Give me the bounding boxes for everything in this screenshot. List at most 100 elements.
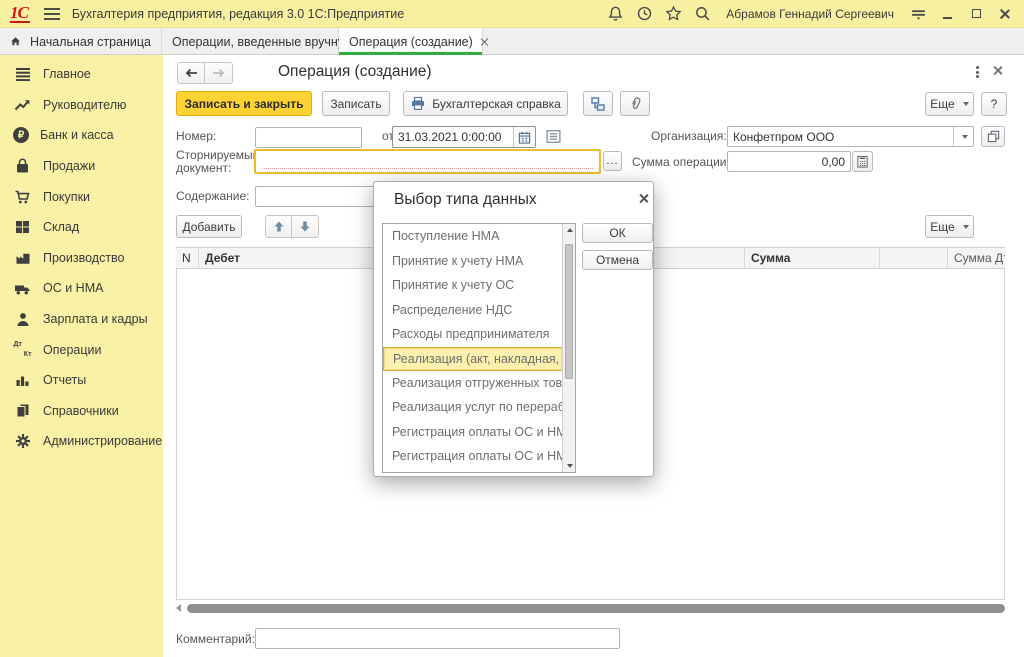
chevron-down-icon[interactable]	[953, 127, 973, 146]
save-button[interactable]: Записать	[322, 91, 390, 116]
debit-credit-icon: ДтКт	[13, 341, 32, 359]
accounting-reference-button[interactable]: Бухгалтерская справка	[403, 91, 568, 116]
list-item[interactable]: Распределение НДС	[383, 298, 563, 323]
help-button[interactable]: ?	[981, 92, 1007, 116]
navigation-buttons	[177, 62, 233, 84]
sidebar-item-administration[interactable]: Администрирование	[0, 426, 163, 457]
history-icon[interactable]	[633, 3, 655, 25]
table-more-button[interactable]: Еще	[925, 215, 974, 238]
scroll-up-icon[interactable]	[567, 228, 573, 232]
menu-lines-icon	[13, 65, 32, 83]
sidebar-item-manager[interactable]: Руководителю	[0, 90, 163, 121]
column-header-sum[interactable]: Сумма	[745, 248, 880, 268]
attachments-button[interactable]	[620, 91, 650, 116]
sidebar-item-bank-cash[interactable]: ₽ Банк и касса	[0, 120, 163, 151]
storno-document-input[interactable]	[254, 149, 601, 174]
save-close-button[interactable]: Записать и закрыть	[176, 91, 312, 116]
chevron-down-icon	[963, 102, 969, 106]
comment-input[interactable]	[255, 628, 620, 649]
sidebar-item-reports[interactable]: Отчеты	[0, 365, 163, 396]
forward-button[interactable]	[205, 62, 233, 84]
ok-button[interactable]: ОК	[582, 223, 653, 243]
scroll-left-icon[interactable]	[176, 604, 181, 612]
trend-chart-icon	[13, 96, 32, 114]
column-header-n[interactable]: N	[176, 248, 199, 268]
sidebar-item-warehouse[interactable]: Склад	[0, 212, 163, 243]
horizontal-scrollbar	[176, 602, 1005, 614]
open-organization-button[interactable]	[981, 126, 1005, 147]
move-down-button[interactable]	[292, 215, 319, 238]
service-menu-icon[interactable]	[907, 3, 929, 25]
scrollbar-thumb[interactable]	[187, 604, 1005, 613]
application-window: 1С Бухгалтерия предприятия, редакция 3.0…	[0, 0, 1024, 657]
list-item[interactable]: Регламентная операция	[383, 469, 563, 474]
dialog-title: Выбор типа данных	[394, 191, 537, 209]
list-item[interactable]: Реализация услуг по перераб...	[383, 395, 563, 420]
number-input[interactable]	[255, 127, 362, 148]
notifications-bell-icon[interactable]	[604, 3, 626, 25]
organization-select[interactable]: Конфетпром ООО	[727, 126, 974, 147]
titlebar: 1С Бухгалтерия предприятия, редакция 3.0…	[0, 0, 1024, 28]
sidebar-item-main[interactable]: Главное	[0, 59, 163, 90]
content-label: Содержание:	[176, 189, 249, 203]
printer-icon	[410, 96, 426, 111]
date-input[interactable]: 31.03.2021 0:00:00	[392, 126, 536, 148]
back-button[interactable]	[177, 62, 205, 84]
calendar-icon[interactable]	[513, 127, 535, 147]
sidebar-item-directories[interactable]: Справочники	[0, 396, 163, 427]
tab-manual-operations[interactable]: Операции, введенные вручную	[162, 28, 339, 55]
gear-icon	[13, 432, 32, 450]
calculator-button[interactable]	[852, 151, 873, 172]
current-user[interactable]: Абрамов Геннадий Сергеевич	[726, 7, 894, 21]
sidebar-item-fixed-assets[interactable]: ОС и НМА	[0, 273, 163, 304]
list-item[interactable]: Поступление НМА	[383, 224, 563, 249]
column-header-empty[interactable]	[880, 248, 948, 268]
bar-chart-icon	[13, 371, 32, 389]
storno-document-label: Сторнируемый документ:	[176, 149, 252, 175]
column-header-sum-dt[interactable]: Сумма Дт	[948, 248, 1005, 268]
cancel-button[interactable]: Отмена	[582, 250, 653, 270]
app-title: Бухгалтерия предприятия, редакция 3.0 1С…	[72, 7, 404, 21]
sidebar-item-salary-hr[interactable]: Зарплата и кадры	[0, 304, 163, 335]
main-menu-icon[interactable]	[44, 8, 60, 20]
sidebar-item-production[interactable]: Производство	[0, 243, 163, 274]
1c-logo: 1С	[10, 4, 30, 23]
document-structure-button[interactable]	[583, 91, 613, 116]
minimize-button[interactable]	[936, 4, 958, 24]
list-item[interactable]: Регистрация оплаты ОС и НМ...	[383, 420, 563, 445]
amount-value: 0,00	[822, 155, 850, 169]
list-item[interactable]: Принятие к учету НМА	[383, 249, 563, 274]
list-item[interactable]: Регистрация оплаты ОС и НМ...	[383, 444, 563, 469]
sidebar: Главное Руководителю ₽ Банк и касса	[0, 55, 163, 657]
list-item[interactable]: Принятие к учету ОС	[383, 273, 563, 298]
more-actions-button[interactable]: Еще	[925, 92, 974, 116]
close-window-button[interactable]	[994, 4, 1016, 24]
tab-home[interactable]: Начальная страница	[0, 28, 162, 55]
add-row-button[interactable]: Добавить	[176, 215, 242, 238]
organization-value: Конфетпром ООО	[728, 130, 953, 144]
scrollbar-thumb[interactable]	[565, 244, 573, 379]
tab-operation-create[interactable]: Операция (создание)	[339, 28, 483, 55]
list-item[interactable]: Реализация отгруженных това...	[383, 371, 563, 396]
data-type-list: Поступление НМА Принятие к учету НМА При…	[382, 223, 576, 473]
list-scrollbar[interactable]	[562, 224, 575, 472]
home-icon	[10, 34, 21, 49]
move-up-button[interactable]	[265, 215, 292, 238]
shopping-cart-icon	[13, 188, 32, 206]
sidebar-item-sales[interactable]: Продажи	[0, 151, 163, 182]
list-item-selected[interactable]: Реализация (акт, накладная, У...	[383, 347, 563, 371]
maximize-button[interactable]	[965, 4, 987, 24]
favorites-star-icon[interactable]	[662, 3, 684, 25]
data-type-dialog: Выбор типа данных Поступление НМА Принят…	[373, 181, 654, 477]
organization-label: Организация:	[651, 129, 727, 143]
list-item[interactable]: Расходы предпринимателя	[383, 322, 563, 347]
search-icon[interactable]	[691, 3, 713, 25]
amount-input[interactable]: 0,00	[727, 151, 851, 172]
sidebar-item-operations[interactable]: ДтКт Операции	[0, 334, 163, 365]
structure-icon	[590, 96, 606, 112]
storno-select-button[interactable]: ...	[603, 151, 622, 171]
scroll-down-icon[interactable]	[567, 464, 573, 468]
document-list-icon[interactable]	[545, 128, 562, 148]
more-menu-icon[interactable]	[970, 64, 984, 80]
sidebar-item-purchases[interactable]: Покупки	[0, 181, 163, 212]
